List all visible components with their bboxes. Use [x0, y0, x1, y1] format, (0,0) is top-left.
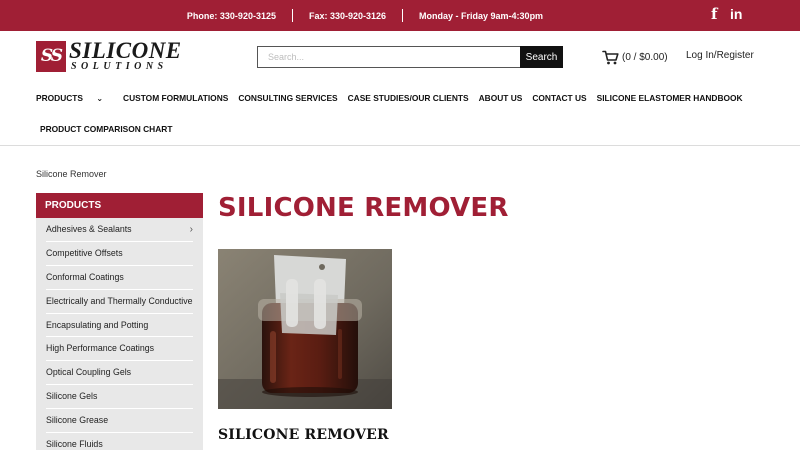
chevron-down-icon: ⌄ [96, 94, 104, 103]
search-input[interactable] [257, 46, 521, 68]
sidebar-title: PRODUCTS [36, 193, 203, 218]
login-register-link[interactable]: Log In/Register [686, 50, 754, 61]
category-item-adhesives-sealants[interactable]: Adhesives & Sealants › [46, 218, 193, 242]
page-title: SILICONE REMOVER [218, 193, 509, 223]
category-item-silicone-fluids[interactable]: Silicone Fluids [46, 433, 193, 450]
logo-wordmark-bottom: SOLUTIONS [71, 61, 168, 72]
phone-number[interactable]: Phone: 330-920-3125 [171, 11, 292, 21]
category-item-optical-coupling-gels[interactable]: Optical Coupling Gels [46, 361, 193, 386]
nav-case-studies[interactable]: CASE STUDIES/OUR CLIENTS [348, 93, 469, 103]
top-contact-bar: Phone: 330-920-3125 Fax: 330-920-3126 Mo… [0, 0, 800, 31]
product-category-sidebar: PRODUCTS Adhesives & Sealants › Competiti… [36, 193, 203, 450]
cart-link[interactable]: (0 / $0.00) [602, 49, 668, 65]
nav-products[interactable]: PRODUCTS ⌄ [36, 93, 113, 103]
category-item-encapsulating-potting[interactable]: Encapsulating and Potting [46, 314, 193, 338]
main-nav: PRODUCTS ⌄ CUSTOM FORMULATIONS CONSULTIN… [36, 93, 753, 103]
search-form: Search [257, 46, 563, 68]
nav-elastomer-handbook[interactable]: SILICONE ELASTOMER HANDBOOK [597, 93, 743, 103]
category-item-competitive-offsets[interactable]: Competitive Offsets [46, 242, 193, 266]
facebook-icon[interactable]: f [711, 7, 717, 23]
breadcrumb: Silicone Remover [36, 169, 107, 179]
nav-contact-us[interactable]: CONTACT US [532, 93, 586, 103]
nav-consulting-services[interactable]: CONSULTING SERVICES [238, 93, 337, 103]
nav-products-label: PRODUCTS [36, 93, 83, 103]
category-list: Adhesives & Sealants › Competitive Offset… [36, 218, 203, 450]
category-item-silicone-gels[interactable]: Silicone Gels [46, 385, 193, 410]
category-label: Adhesives & Sealants [46, 224, 132, 234]
category-item-high-performance-coatings[interactable]: High Performance Coatings [46, 337, 193, 362]
header-divider [0, 145, 800, 146]
category-item-conductive[interactable]: Electrically and Thermally Conductive [46, 290, 193, 314]
business-hours: Monday - Friday 9am-4:30pm [419, 10, 544, 21]
nav-about-us[interactable]: ABOUT US [479, 93, 523, 103]
product-name: SILICONE REMOVER [218, 427, 389, 443]
category-item-silicone-grease[interactable]: Silicone Grease [46, 409, 193, 434]
category-item-conformal-coatings[interactable]: Conformal Coatings [46, 266, 193, 290]
linkedin-icon[interactable]: in [730, 7, 742, 23]
cart-total: (0 / $0.00) [622, 51, 668, 63]
chevron-right-icon[interactable]: › [190, 218, 193, 241]
site-logo[interactable]: SS SILICONE SOLUTIONS [36, 38, 186, 73]
search-button[interactable]: Search [520, 46, 563, 68]
fax-number: Fax: 330-920-3126 [308, 10, 387, 21]
nav-product-comparison-chart[interactable]: PRODUCT COMPARISON CHART [40, 124, 172, 134]
nav-custom-formulations[interactable]: CUSTOM FORMULATIONS [123, 93, 228, 103]
product-image[interactable] [218, 249, 392, 409]
logo-mark: SS [36, 41, 66, 72]
contact-info: Phone: 330-920-3125 Fax: 330-920-3126 Mo… [0, 0, 730, 31]
cart-icon [602, 50, 619, 64]
